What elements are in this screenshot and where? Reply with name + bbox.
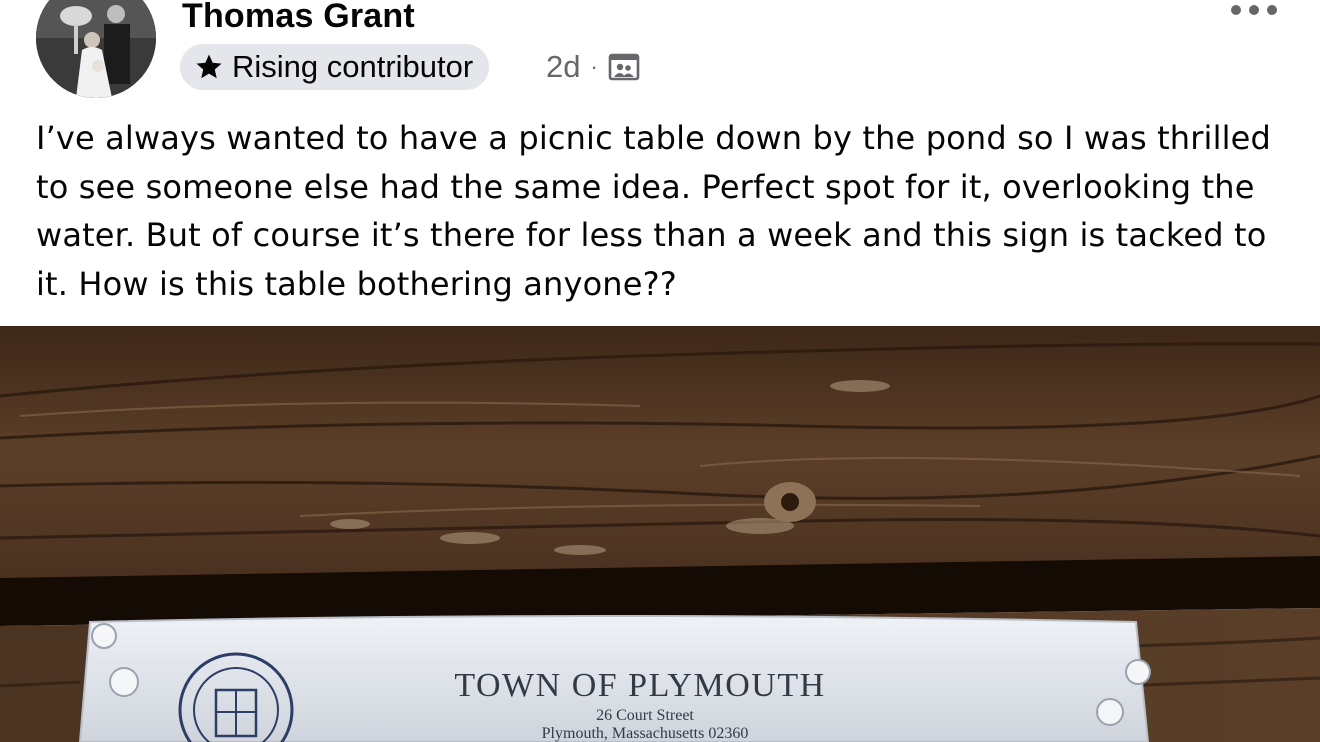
meta-separator: · xyxy=(590,54,598,79)
more-options-button[interactable] xyxy=(1228,0,1280,22)
sign-address-street: 26 Court Street xyxy=(596,707,694,724)
author-name[interactable]: Thomas Grant xyxy=(182,0,415,38)
picnic-table-sign-image: TOWN OF PLYMOUTH 26 Court Street Plymout… xyxy=(0,326,1320,742)
author-avatar[interactable] xyxy=(36,0,156,98)
more-horizontal-icon xyxy=(1231,5,1277,15)
sign-title: TOWN OF PLYMOUTH xyxy=(454,667,825,704)
star-icon xyxy=(196,54,222,79)
avatar-photo xyxy=(36,0,156,98)
contributor-badge[interactable]: Rising contributor xyxy=(180,44,490,90)
sign-address-city: Plymouth, Massachusetts 02360 xyxy=(542,725,749,742)
group-icon[interactable] xyxy=(608,51,640,83)
badge-label: Rising contributor xyxy=(232,49,474,84)
post-body-text: I’ve always wanted to have a picnic tabl… xyxy=(36,119,1271,303)
post-meta: 2d · xyxy=(546,44,640,90)
post-timestamp[interactable]: 2d xyxy=(546,49,580,85)
post-photo[interactable]: TOWN OF PLYMOUTH 26 Court Street Plymout… xyxy=(0,326,1320,742)
